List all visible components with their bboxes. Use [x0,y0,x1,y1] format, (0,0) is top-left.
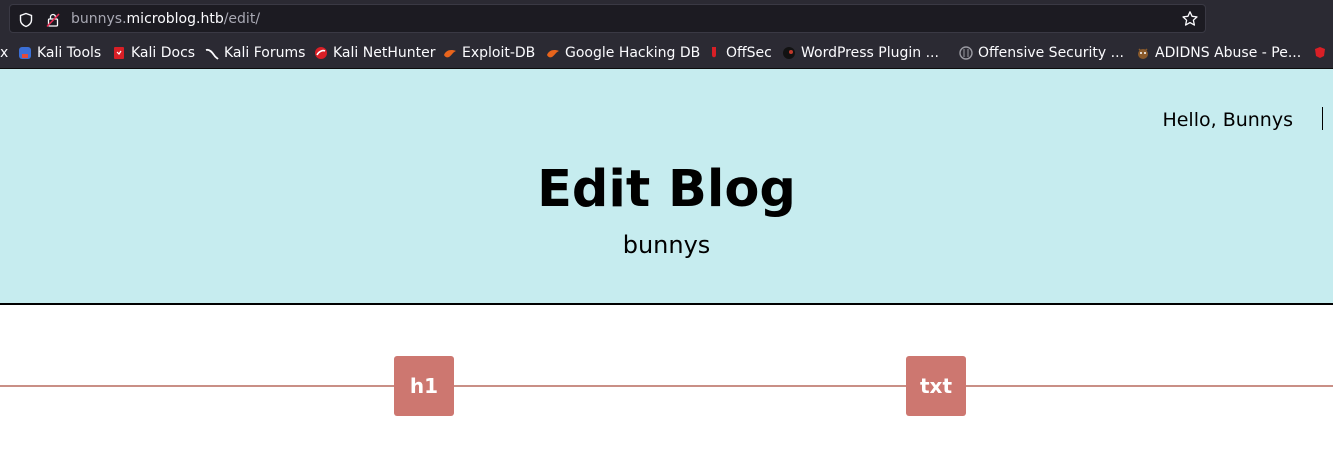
bookmark-offensive-security[interactable]: Offensive Security ... [959,45,1124,61]
bookmark-label: x [0,45,9,61]
bookmark-label: Kali NetHunter [333,45,436,61]
kali-docs-icon [114,47,124,59]
bookmark-wordpress-plugin[interactable]: WordPress Plugin ... [782,45,939,61]
page-header: Hello, Bunnys Edit Blog bunnys [0,69,1333,305]
url-subdomain: bunnys. [71,11,127,27]
bookmark-kali-docs[interactable]: Kali Docs [112,45,195,61]
url-host: microblog.htb [126,11,224,27]
add-h1-button[interactable]: h1 [394,356,454,416]
browser-toolbar: bunnys.microblog.htb/edit/ [0,0,1333,38]
offensive-security-icon [959,46,973,60]
star-bookmark-icon[interactable] [1181,10,1199,28]
ghdb-icon [547,50,559,58]
insecure-lock-icon[interactable] [45,12,61,28]
text-cursor [1322,107,1323,130]
wordpress-plugin-icon [783,47,795,59]
bookmark-kali-forums[interactable]: Kali Forums [205,45,305,61]
editor-divider-line [0,385,1333,387]
kali-nethunter-icon [315,47,327,59]
bookmark-label: WordPress Plugin ... [801,45,939,61]
bookmark-label: Exploit-DB [462,45,536,61]
bookmark-label: Google Hacking DB [565,45,701,61]
bookmarks-bar: x Kali Tools Kali Docs Kali Forums Kali … [0,38,1333,68]
adidns-icon [1138,48,1148,59]
bookmark-label: ADIDNS Abuse - Pe... [1155,45,1302,61]
blog-name: bunnys [622,231,711,259]
bookmark-kali-tools[interactable]: Kali Tools [18,45,101,61]
bookmark-offsec[interactable]: OffSec [707,45,772,61]
address-bar[interactable]: bunnys.microblog.htb/edit/ [9,4,1206,33]
kali-tools-icon [19,47,31,59]
bookmark-label: OffSec [726,45,772,61]
bookmark-label: Offensive Security ... [978,45,1124,61]
add-txt-button[interactable]: txt [906,356,966,416]
bookmark-overflow[interactable] [1313,45,1332,59]
bookmark-label: Kali Docs [131,45,196,61]
bookmark-adidns[interactable]: ADIDNS Abuse - Pe... [1136,45,1301,61]
url-path: /edit/ [223,11,261,27]
bookmark-kali-nethunter[interactable]: Kali NetHunter [314,45,435,61]
bookmark-label: Kali Forums [224,45,306,61]
bookmark-exploit-db[interactable]: Exploit-DB [443,45,535,61]
kali-forums-icon [205,48,219,60]
page-title: Edit Blog [537,160,796,219]
bookmark-label: Kali Tools [37,45,102,61]
bookmark-ghdb[interactable]: Google Hacking DB [546,45,700,61]
offsec-icon [712,47,716,58]
shield-icon[interactable] [18,12,34,28]
exploit-db-icon [444,50,456,58]
user-greeting: Hello, Bunnys [1162,109,1293,131]
bookmark-truncated[interactable]: x [0,45,8,61]
bookmark-overflow-icon [1315,47,1325,58]
url-text[interactable]: bunnys.microblog.htb/edit/ [71,11,260,27]
